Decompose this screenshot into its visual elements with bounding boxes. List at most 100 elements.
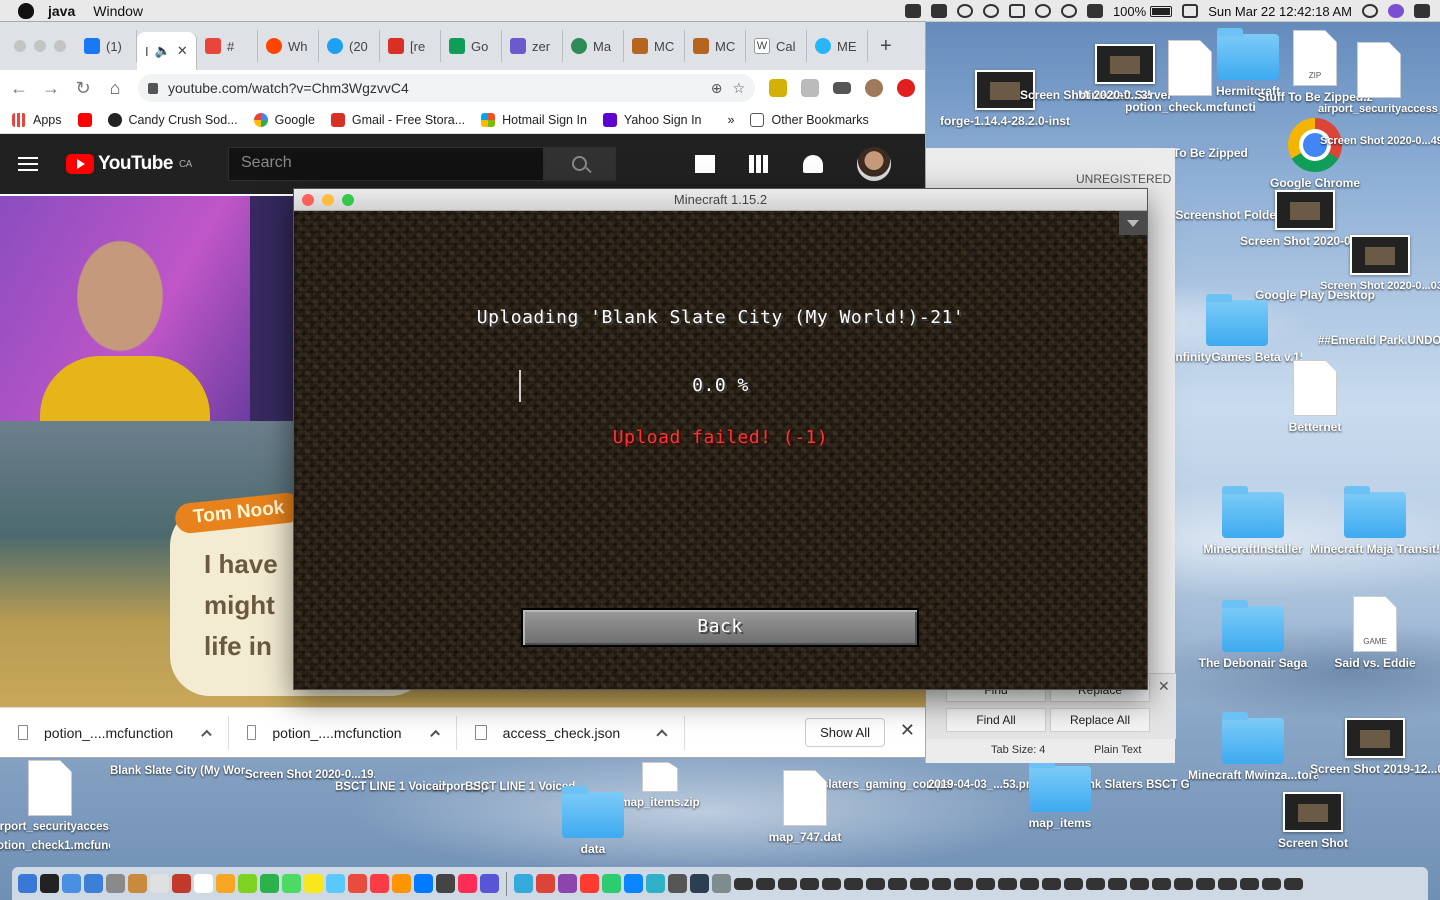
bookmark-youtube[interactable]	[77, 112, 92, 127]
other-bookmarks[interactable]: Other Bookmarks	[750, 112, 869, 127]
dock-minimized-window-icon[interactable]	[1174, 877, 1193, 890]
desktop-icon-debonair-saga[interactable]: The Debonair Saga	[1188, 600, 1318, 671]
dock-minimized-window-icon[interactable]	[734, 877, 753, 890]
desktop-icon-screenshot[interactable]: Screen Shot	[1248, 792, 1378, 851]
url-text[interactable]: youtube.com/watch?v=Chm3WgzvvC4	[168, 80, 701, 96]
dock-app-icon[interactable]	[172, 874, 191, 893]
dock-minimized-window-icon[interactable]	[1064, 877, 1083, 890]
dock-app-icon[interactable]	[18, 874, 37, 893]
spotlight-icon[interactable]	[1362, 4, 1378, 18]
show-all-button[interactable]: Show All	[805, 718, 885, 747]
close-find-icon[interactable]: ✕	[1158, 678, 1170, 695]
browser-tab[interactable]: zer	[502, 30, 563, 62]
dock-app-icon[interactable]	[536, 874, 555, 893]
dock-app-icon[interactable]	[558, 874, 577, 893]
desktop-icon-screenshot-0327[interactable]: Screen Shot 2020-0...03.27 PM	[1320, 235, 1440, 294]
time-machine-icon[interactable]	[1034, 4, 1051, 18]
dock-minimized-window-icon[interactable]	[976, 877, 995, 890]
bookmark-yahoo[interactable]: Yahoo Sign In	[602, 112, 702, 127]
wifi-icon[interactable]	[1060, 4, 1077, 18]
extension-icon[interactable]	[769, 79, 787, 97]
syntax-label[interactable]: Plain Text	[1094, 744, 1142, 756]
dock-app-icon[interactable]	[514, 874, 533, 893]
close-window-button[interactable]	[14, 40, 26, 52]
browser-tab[interactable]: (20	[319, 30, 380, 62]
home-icon[interactable]: ⌂	[106, 78, 124, 99]
account-avatar[interactable]	[857, 147, 891, 181]
dock-minimized-window-icon[interactable]	[1196, 877, 1215, 890]
desktop-icon-data[interactable]: data	[528, 786, 658, 857]
menu-clock[interactable]: Sun Mar 22 12:42:18 AM	[1208, 4, 1352, 19]
chevron-up-icon[interactable]	[429, 729, 440, 740]
battery-status[interactable]: 100%	[1113, 4, 1173, 19]
browser-tab[interactable]: Go	[441, 30, 502, 62]
find-all-button[interactable]: Find All	[946, 708, 1046, 732]
desktop-icon-potion-check[interactable]: potion_check.mcfunction	[1125, 40, 1255, 115]
dock-app-icon[interactable]	[646, 874, 665, 893]
dock-minimized-window-icon[interactable]	[888, 877, 907, 890]
bookmark-hotmail[interactable]: Hotmail Sign In	[481, 112, 587, 127]
desktop-icon-airport-security[interactable]: airport_securityaccess_de...cfunction	[1318, 42, 1440, 117]
back-button[interactable]: Back	[521, 608, 919, 647]
screen-record-icon[interactable]	[930, 4, 947, 18]
address-bar[interactable]: youtube.com/watch?v=Chm3WgzvvC4 ⊕ ☆	[138, 74, 755, 102]
desktop-icon-infinitygames[interactable]: InfinityGames Beta v.15	[1172, 294, 1302, 365]
youtube-search-button[interactable]	[544, 147, 616, 181]
desktop-icon-airport-security-ch[interactable]: airport_securityaccess_ch...cfunction po…	[0, 760, 110, 854]
download-item[interactable]: access_check.json	[457, 715, 685, 750]
close-downloads-icon[interactable]: ✕	[900, 720, 915, 741]
desktop-icon-blank-slate-copy[interactable]: Blank Slate City (My Wor...copy	[110, 760, 250, 779]
siri-icon[interactable]	[1388, 4, 1404, 18]
accessibility-icon[interactable]	[982, 4, 999, 18]
desktop-icon-screenshot-3524[interactable]: Screen Shot 2020-0...35.24 PM	[1020, 84, 1150, 103]
replace-all-button[interactable]: Replace All	[1050, 708, 1150, 732]
dock-app-icon[interactable]	[436, 874, 455, 893]
browser-tab-active[interactable]: I 🔈 ✕	[137, 32, 197, 70]
dock-minimized-window-icon[interactable]	[1262, 877, 1281, 890]
dock-minimized-window-icon[interactable]	[1284, 877, 1303, 890]
volume-icon[interactable]	[1086, 4, 1103, 18]
dock-app-icon[interactable]	[128, 874, 147, 893]
download-item[interactable]: potion_....mcfunction	[229, 715, 457, 750]
download-item[interactable]: potion_....mcfunction	[0, 715, 229, 750]
dock-minimized-window-icon[interactable]	[1086, 877, 1105, 890]
dock-app-icon[interactable]	[668, 874, 687, 893]
desktop-icon-minecraftinstaller[interactable]: MinecraftInstaller	[1188, 486, 1318, 557]
youtube-search-input[interactable]: Search	[228, 147, 544, 181]
profile-avatar[interactable]	[865, 79, 883, 97]
search-icon[interactable]	[956, 4, 973, 18]
back-arrow-icon[interactable]: ←	[10, 78, 28, 99]
reload-icon[interactable]: ↻	[74, 78, 92, 99]
dock-app-icon[interactable]	[580, 874, 599, 893]
desktop-icon-said-vs-eddie[interactable]: GAME Said vs. Eddie	[1310, 596, 1440, 671]
dock-app-icon[interactable]	[282, 874, 301, 893]
bookmarks-overflow[interactable]: »	[728, 113, 735, 127]
chevron-up-icon[interactable]	[656, 728, 668, 741]
browser-tab[interactable]: W Cal	[746, 30, 807, 62]
dock-minimized-window-icon[interactable]	[1218, 877, 1237, 890]
dock-app-icon[interactable]	[348, 874, 367, 893]
dock-minimized-window-icon[interactable]	[800, 877, 819, 890]
dock-minimized-window-icon[interactable]	[932, 877, 951, 890]
zoom-icon[interactable]: ⊕	[711, 80, 723, 97]
browser-tab[interactable]: Ma	[563, 30, 624, 62]
desktop-icon-map-items[interactable]: map_items	[995, 760, 1125, 831]
extension-icon[interactable]	[801, 79, 819, 97]
menu-icon[interactable]	[18, 157, 38, 171]
dock-app-icon[interactable]	[690, 874, 709, 893]
dropbox-icon[interactable]	[904, 4, 921, 18]
notifications-bell-icon[interactable]	[803, 155, 823, 173]
dock-minimized-window-icon[interactable]	[778, 877, 797, 890]
desktop-icon-minecraft-maja[interactable]: Minecraft Maja Transit!	[1310, 486, 1440, 557]
dock-minimized-window-icon[interactable]	[1108, 877, 1127, 890]
new-tab-icon[interactable]: +	[880, 35, 892, 58]
dock-app-icon[interactable]	[260, 874, 279, 893]
dock-app-icon[interactable]	[480, 874, 499, 893]
dock-app-icon[interactable]	[150, 874, 169, 893]
desktop-icon-betternet[interactable]: Betternet	[1250, 360, 1380, 435]
bookmark-gmail[interactable]: Gmail - Free Stora...	[330, 112, 465, 127]
dock-minimized-window-icon[interactable]	[822, 877, 841, 890]
dock-minimized-window-icon[interactable]	[910, 877, 929, 890]
airplay-icon[interactable]	[1008, 4, 1025, 18]
update-icon[interactable]	[897, 79, 915, 97]
